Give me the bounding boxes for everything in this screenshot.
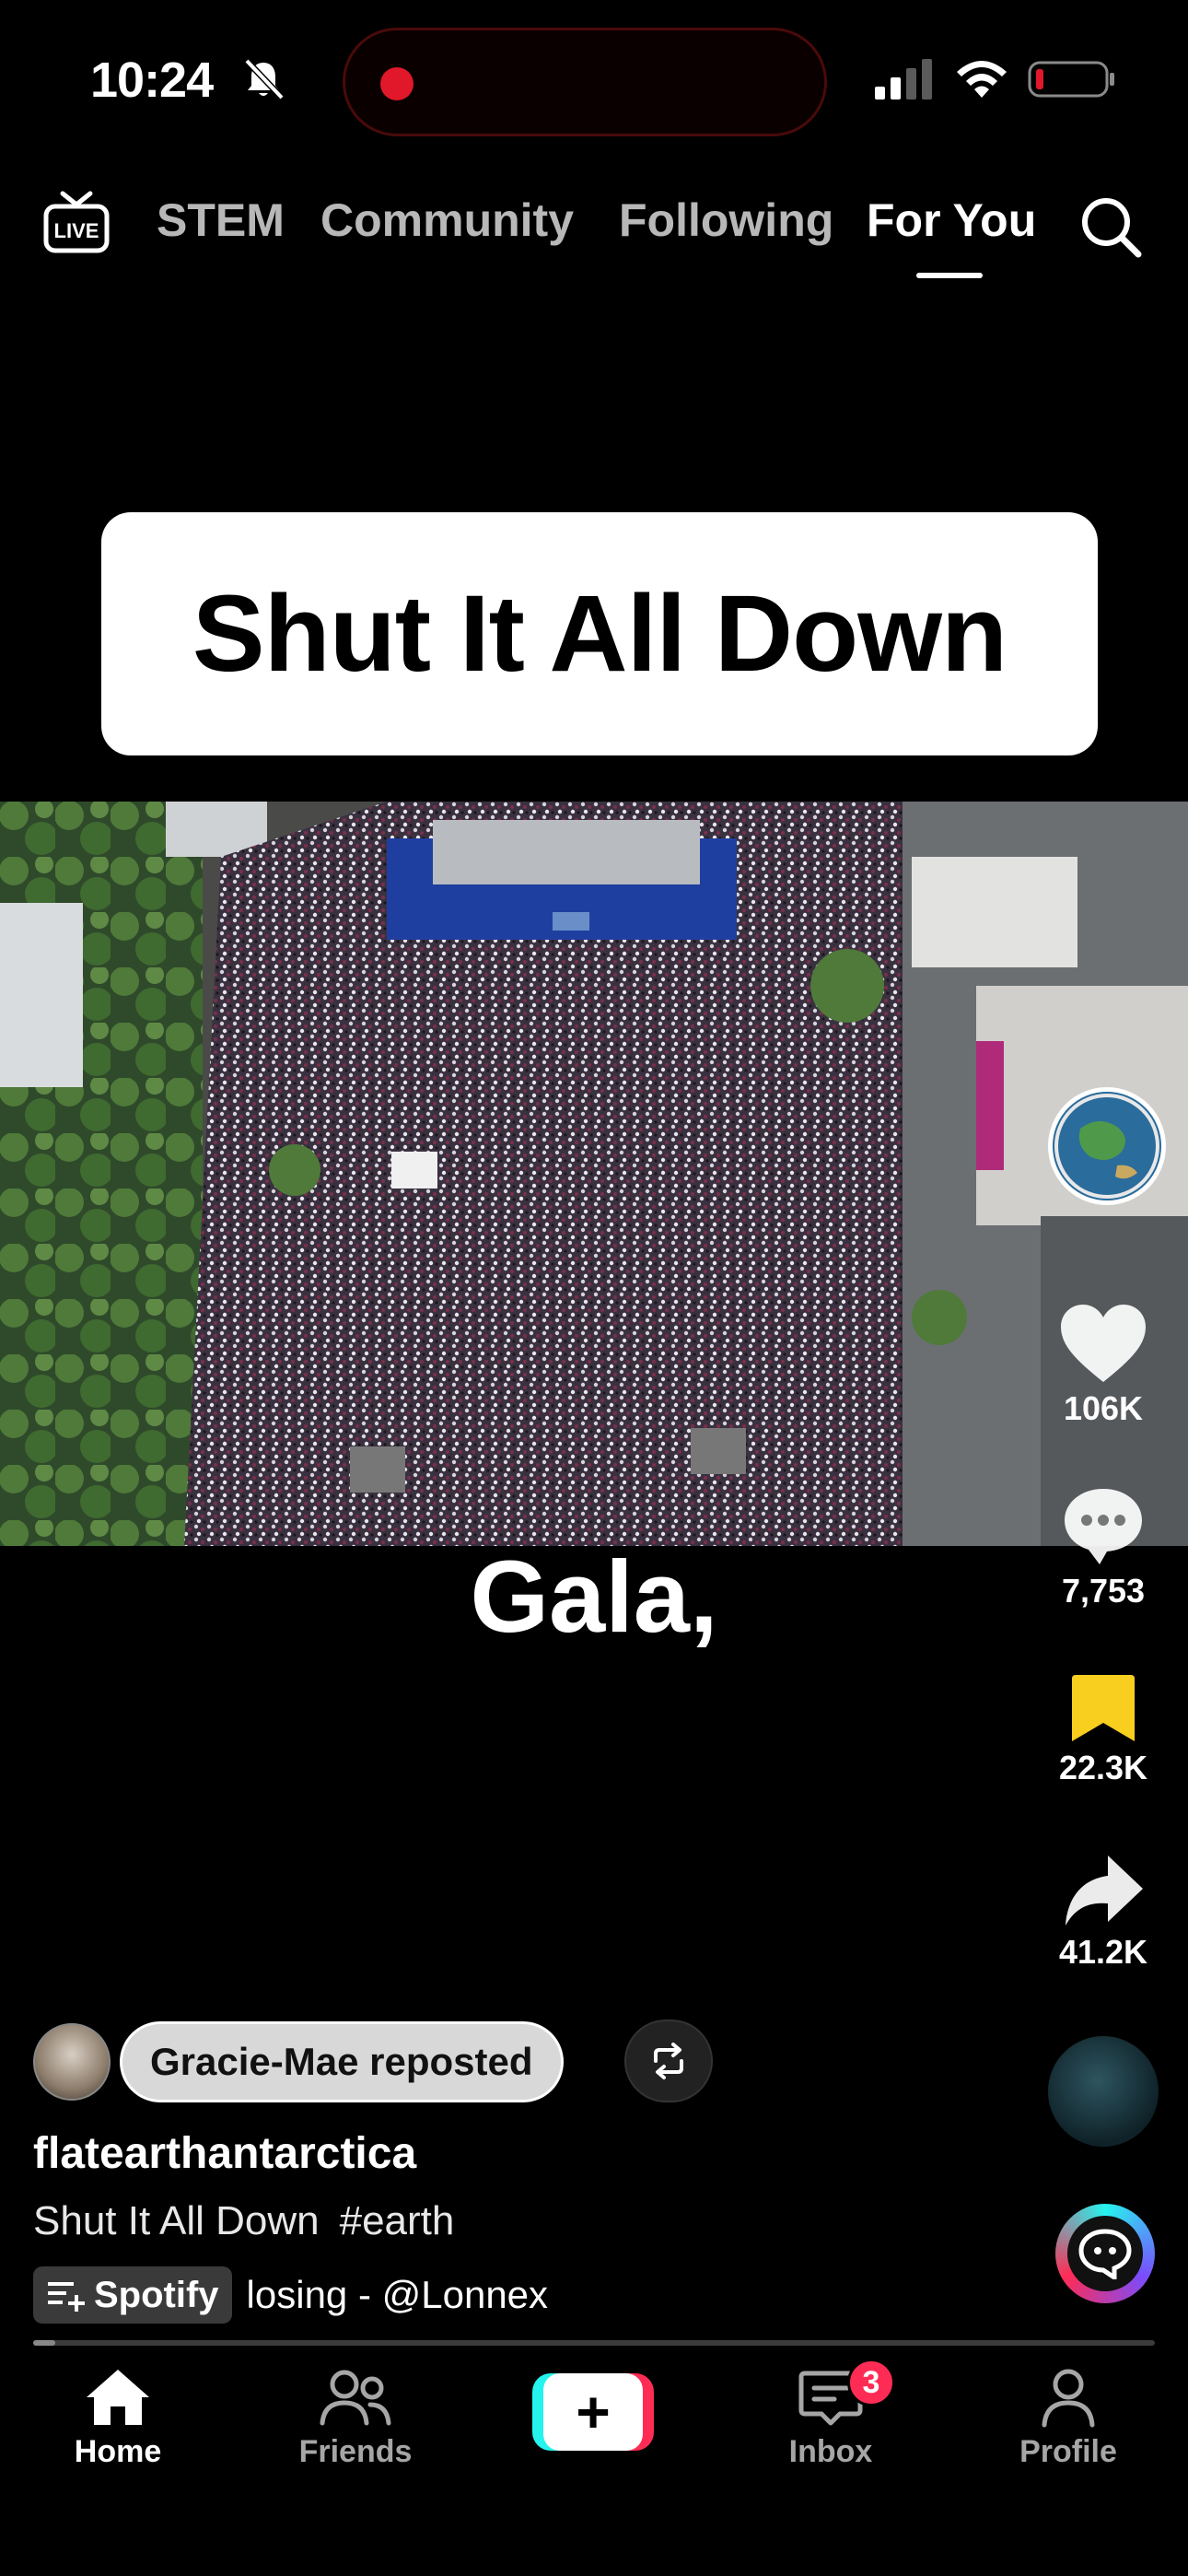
music-disc[interactable]	[1048, 2036, 1159, 2147]
repost-label-pill[interactable]: Gracie-Mae reposted	[120, 2021, 564, 2102]
repost-button[interactable]	[624, 2020, 713, 2102]
live-label: LIVE	[54, 219, 99, 242]
recording-indicator-icon	[380, 67, 413, 100]
nav-friends-label: Friends	[298, 2434, 413, 2469]
video-aerial-crowd-image[interactable]	[0, 802, 1188, 1546]
nav-home-label: Home	[74, 2434, 162, 2469]
tab-community[interactable]: Community	[320, 193, 574, 247]
post-username[interactable]: flatearthantarctica	[33, 2128, 416, 2179]
music-row[interactable]: Spotify losing - @Lonnex	[33, 2266, 548, 2324]
create-post-button[interactable]: +	[532, 2373, 654, 2451]
profile-icon	[1042, 2369, 1095, 2428]
comment-count: 7,753	[1061, 1572, 1146, 1610]
status-time: 10:24	[90, 53, 214, 108]
heart-icon	[1061, 1305, 1146, 1382]
share-button[interactable]: 41.2K	[1039, 1852, 1168, 1972]
share-arrow-icon	[1066, 1856, 1143, 1926]
bell-muted-icon	[244, 58, 285, 100]
nav-inbox[interactable]: 3 Inbox	[739, 2359, 923, 2470]
globe-avatar-icon	[1053, 1092, 1161, 1200]
tab-for-you[interactable]: For You	[867, 193, 1036, 247]
battery-low-icon	[1028, 61, 1114, 98]
save-count: 22.3K	[1058, 1749, 1148, 1786]
post-description-text: Shut It All Down	[33, 2198, 320, 2243]
creator-avatar[interactable]	[1048, 1087, 1166, 1205]
video-progress-fill	[33, 2340, 56, 2346]
video-title-card: Shut It All Down	[101, 512, 1098, 755]
cellular-signal-icon	[875, 59, 932, 100]
search-icon[interactable]	[1077, 193, 1144, 260]
add-to-playlist-icon	[48, 2282, 85, 2312]
save-button[interactable]: 22.3K	[1039, 1671, 1168, 1787]
bookmark-icon	[1072, 1675, 1135, 1741]
comment-bubble-icon	[1065, 1489, 1142, 1564]
hashtag-link[interactable]: #earth	[340, 2198, 455, 2243]
comment-button[interactable]: 7,753	[1039, 1485, 1168, 1610]
nav-friends[interactable]: Friends	[263, 2366, 448, 2470]
nav-home[interactable]: Home	[26, 2366, 210, 2470]
home-icon	[87, 2370, 149, 2425]
spotify-chip[interactable]: Spotify	[33, 2266, 232, 2324]
nav-profile-label: Profile	[1019, 2434, 1117, 2469]
music-title: losing - @Lonnex	[246, 2273, 549, 2316]
chat-assistant-icon	[1078, 2229, 1132, 2279]
tab-following[interactable]: Following	[619, 193, 833, 247]
video-progress-bar[interactable]	[33, 2340, 1155, 2346]
live-icon[interactable]: LIVE	[42, 190, 111, 256]
share-count: 41.2K	[1058, 1933, 1148, 1971]
repost-icon	[654, 2043, 683, 2079]
bottom-nav: Home Friends + 3 Inbox Profile	[0, 2348, 1188, 2576]
like-button[interactable]: 106K	[1039, 1303, 1168, 1428]
wifi-icon	[957, 61, 1007, 98]
inbox-badge: 3	[847, 2359, 895, 2406]
post-description: Shut It All Down #earth	[33, 2198, 454, 2244]
reposter-avatar[interactable]	[33, 2023, 111, 2101]
nav-profile[interactable]: Profile	[976, 2366, 1160, 2470]
aerial-crowd-illustration	[0, 802, 1188, 1546]
ai-assistant-button[interactable]	[1055, 2204, 1155, 2303]
nav-inbox-label: Inbox	[788, 2434, 873, 2469]
like-count: 106K	[1063, 1389, 1144, 1427]
video-title-text: Shut It All Down	[192, 573, 1007, 695]
tab-stem[interactable]: STEM	[157, 193, 285, 247]
active-tab-indicator	[916, 273, 983, 278]
plus-icon: +	[543, 2373, 643, 2451]
video-caption: Gala,	[470, 1540, 718, 1654]
spotify-label: Spotify	[94, 2274, 219, 2315]
friends-icon	[320, 2370, 391, 2426]
dynamic-island	[343, 28, 827, 136]
